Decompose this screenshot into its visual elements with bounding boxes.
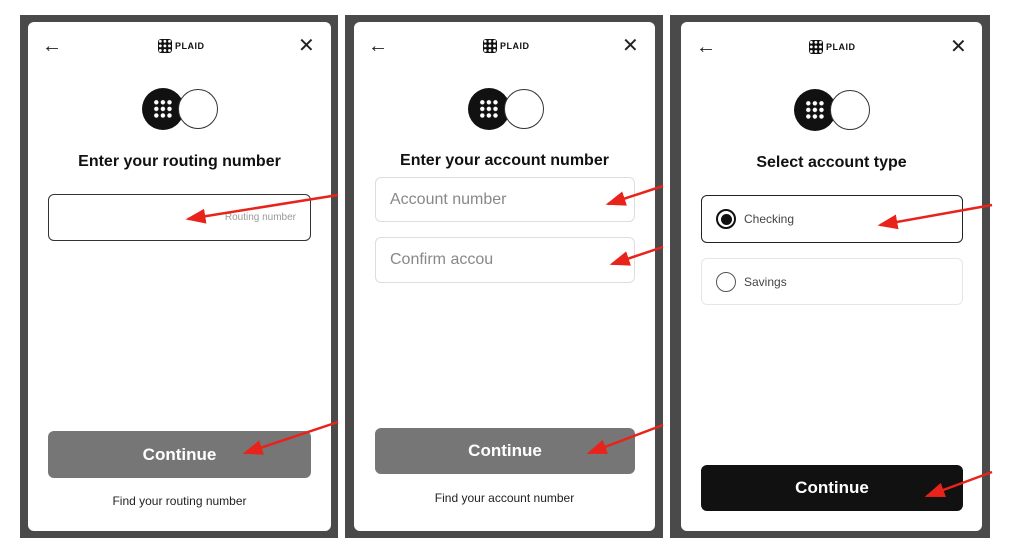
arrow-annotation [185, 193, 339, 224]
arrow-annotation [609, 245, 664, 266]
arrow-annotation [605, 184, 664, 206]
arrow-annotation [924, 470, 993, 498]
arrow-annotation [242, 420, 339, 455]
arrow-annotation [877, 203, 993, 230]
arrow-annotation [586, 423, 664, 455]
annotation-arrows [185, 184, 993, 498]
